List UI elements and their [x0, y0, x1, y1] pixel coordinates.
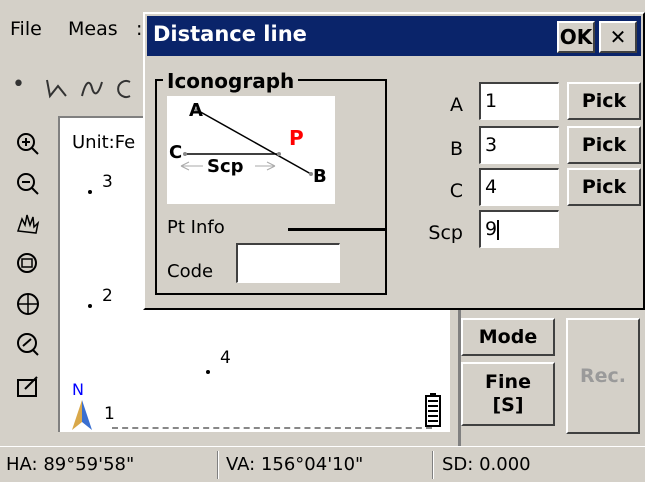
point-c-input[interactable]: 4: [479, 168, 559, 206]
distance-line-diagram: A C P Scp B: [167, 96, 335, 204]
edit-properties-icon[interactable]: [8, 368, 48, 408]
menu-file[interactable]: File: [10, 18, 42, 40]
diagram-label-c: C: [169, 142, 183, 163]
point-label: 2: [102, 286, 113, 306]
north-label: N: [72, 380, 84, 399]
north-arrow-icon: [72, 400, 92, 430]
panel-divider: [458, 310, 461, 446]
horizontal-angle-readout: HA: 89°59'58": [6, 454, 135, 475]
point-label: 3: [102, 172, 113, 192]
drawing-toolbar: •: [0, 58, 150, 116]
status-separator: [217, 451, 219, 479]
field-scp-label: Scp: [428, 222, 463, 244]
unit-label: Unit:Fe: [72, 132, 136, 153]
pan-hand-icon[interactable]: [8, 204, 48, 244]
ok-button[interactable]: OK: [557, 21, 595, 53]
pick-b-button[interactable]: Pick: [567, 126, 641, 164]
close-icon[interactable]: ✕: [599, 21, 637, 53]
scp-value: 9: [485, 218, 498, 240]
view-tools: [0, 116, 58, 446]
status-separator: [432, 451, 434, 479]
point-tool-icon[interactable]: •: [12, 72, 25, 97]
baseline-dashed: [112, 427, 432, 429]
menu-more[interactable]: :: [136, 18, 142, 40]
diagram-label-scp: Scp: [207, 156, 244, 177]
diagram-label-a: A: [189, 100, 203, 121]
point-label: 4: [220, 348, 231, 368]
point-label: 1: [104, 404, 115, 424]
diagram-label-p: P: [289, 126, 304, 150]
text-caret: [497, 219, 500, 240]
distance-line-dialog: Distance line OK ✕ Iconograph A C P Scp …: [143, 12, 645, 310]
pick-a-button[interactable]: Pick: [567, 82, 641, 120]
canvas-frame: [58, 432, 458, 446]
code-label: Code: [167, 261, 214, 282]
curve-tool-icon[interactable]: [80, 78, 104, 100]
record-button[interactable]: Rec.: [566, 318, 640, 434]
zoom-in-icon[interactable]: [8, 124, 48, 164]
menu-meas[interactable]: Meas: [68, 18, 118, 40]
iconograph-legend: Iconograph: [163, 69, 299, 93]
pt-info-divider: [288, 228, 387, 231]
vertical-angle-readout: VA: 156°04'10": [226, 454, 364, 475]
battery-icon: [425, 393, 441, 427]
dialog-title: Distance line: [153, 22, 307, 46]
status-bar: HA: 89°59'58" VA: 156°04'10" SD: 0.000: [0, 446, 645, 482]
pt-info-legend: Pt Info: [163, 217, 229, 238]
survey-point[interactable]: [88, 190, 92, 194]
code-input[interactable]: [236, 243, 340, 283]
point-a-input[interactable]: 1: [479, 82, 559, 120]
zoom-out-icon[interactable]: [8, 164, 48, 204]
slope-distance-readout: SD: 0.000: [442, 454, 531, 475]
diagram-label-b: B: [313, 166, 327, 187]
arc-tool-icon[interactable]: [114, 78, 134, 100]
dialog-titlebar: Distance line OK ✕: [147, 16, 641, 56]
polyline-tool-icon[interactable]: [44, 78, 68, 100]
mode-button[interactable]: Mode: [461, 318, 555, 356]
zoom-extents-icon[interactable]: [8, 284, 48, 324]
scp-input[interactable]: 9: [479, 210, 559, 248]
field-b-label: B: [449, 138, 463, 160]
field-c-label: C: [449, 180, 463, 202]
fine-button[interactable]: Fine [S]: [461, 362, 555, 426]
survey-point[interactable]: [206, 370, 210, 374]
pick-c-button[interactable]: Pick: [567, 168, 641, 206]
survey-point[interactable]: [88, 304, 92, 308]
zoom-window-icon[interactable]: [8, 244, 48, 284]
point-b-input[interactable]: 3: [479, 126, 559, 164]
zoom-previous-icon[interactable]: [8, 324, 48, 364]
field-a-label: A: [450, 94, 463, 116]
